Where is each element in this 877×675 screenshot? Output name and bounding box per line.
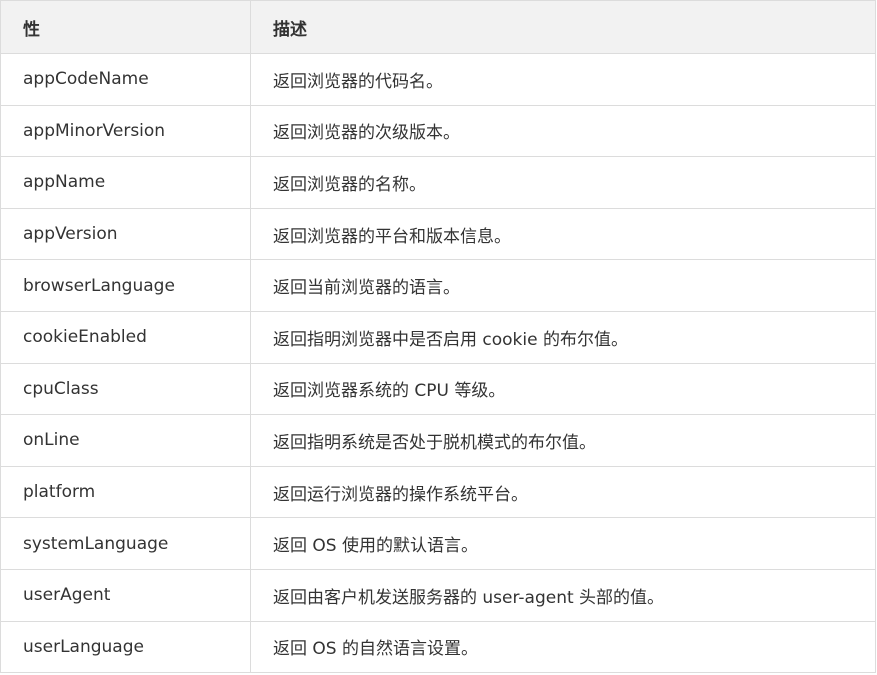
- table-row: systemLanguage 返回 OS 使用的默认语言。: [0, 517, 876, 570]
- cell-description: 返回 OS 的自然语言设置。: [250, 620, 876, 674]
- cell-property: appCodeName: [0, 53, 251, 106]
- cell-description: 返回浏览器的代码名。: [250, 53, 876, 106]
- cell-description: 返回运行浏览器的操作系统平台。: [250, 465, 876, 519]
- cell-property: cpuClass: [0, 362, 251, 416]
- cell-description: 返回指明系统是否处于脱机模式的布尔值。: [250, 414, 876, 467]
- table-header: 性 描述: [0, 0, 876, 54]
- cell-property: cookieEnabled: [0, 310, 251, 364]
- cell-property: appName: [0, 156, 251, 209]
- cell-description: 返回浏览器的名称。: [250, 156, 876, 209]
- table-row: appCodeName 返回浏览器的代码名。: [0, 53, 876, 106]
- navigator-properties-table: 性 描述 appCodeName 返回浏览器的代码名。 appMinorVers…: [0, 0, 876, 674]
- table-row: appMinorVersion 返回浏览器的次级版本。: [0, 104, 876, 158]
- table-row: userLanguage 返回 OS 的自然语言设置。: [0, 620, 876, 674]
- cell-property: userAgent: [0, 568, 251, 622]
- table-body: appCodeName 返回浏览器的代码名。 appMinorVersion 返…: [0, 53, 876, 674]
- table-row: onLine 返回指明系统是否处于脱机模式的布尔值。: [0, 414, 876, 467]
- table-row: appName 返回浏览器的名称。: [0, 156, 876, 209]
- cell-property: appVersion: [0, 207, 251, 261]
- header-description: 描述: [250, 0, 876, 54]
- table-row: platform 返回运行浏览器的操作系统平台。: [0, 465, 876, 519]
- cell-description: 返回 OS 使用的默认语言。: [250, 517, 876, 570]
- cell-property: browserLanguage: [0, 259, 251, 312]
- table-row: cookieEnabled 返回指明浏览器中是否启用 cookie 的布尔值。: [0, 310, 876, 364]
- cell-property: onLine: [0, 414, 251, 467]
- cell-property: platform: [0, 465, 251, 519]
- header-property: 性: [0, 0, 251, 54]
- cell-description: 返回浏览器的次级版本。: [250, 104, 876, 158]
- cell-property: systemLanguage: [0, 517, 251, 570]
- table-row: appVersion 返回浏览器的平台和版本信息。: [0, 207, 876, 261]
- cell-description: 返回由客户机发送服务器的 user-agent 头部的值。: [250, 568, 876, 622]
- cell-description: 返回当前浏览器的语言。: [250, 259, 876, 312]
- cell-property: appMinorVersion: [0, 104, 251, 158]
- cell-description: 返回浏览器系统的 CPU 等级。: [250, 362, 876, 416]
- header-row: 性 描述: [0, 0, 876, 54]
- cell-description: 返回指明浏览器中是否启用 cookie 的布尔值。: [250, 310, 876, 364]
- table-row: browserLanguage 返回当前浏览器的语言。: [0, 259, 876, 312]
- table-row: cpuClass 返回浏览器系统的 CPU 等级。: [0, 362, 876, 416]
- cell-property: userLanguage: [0, 620, 251, 674]
- cell-description: 返回浏览器的平台和版本信息。: [250, 207, 876, 261]
- table-row: userAgent 返回由客户机发送服务器的 user-agent 头部的值。: [0, 568, 876, 622]
